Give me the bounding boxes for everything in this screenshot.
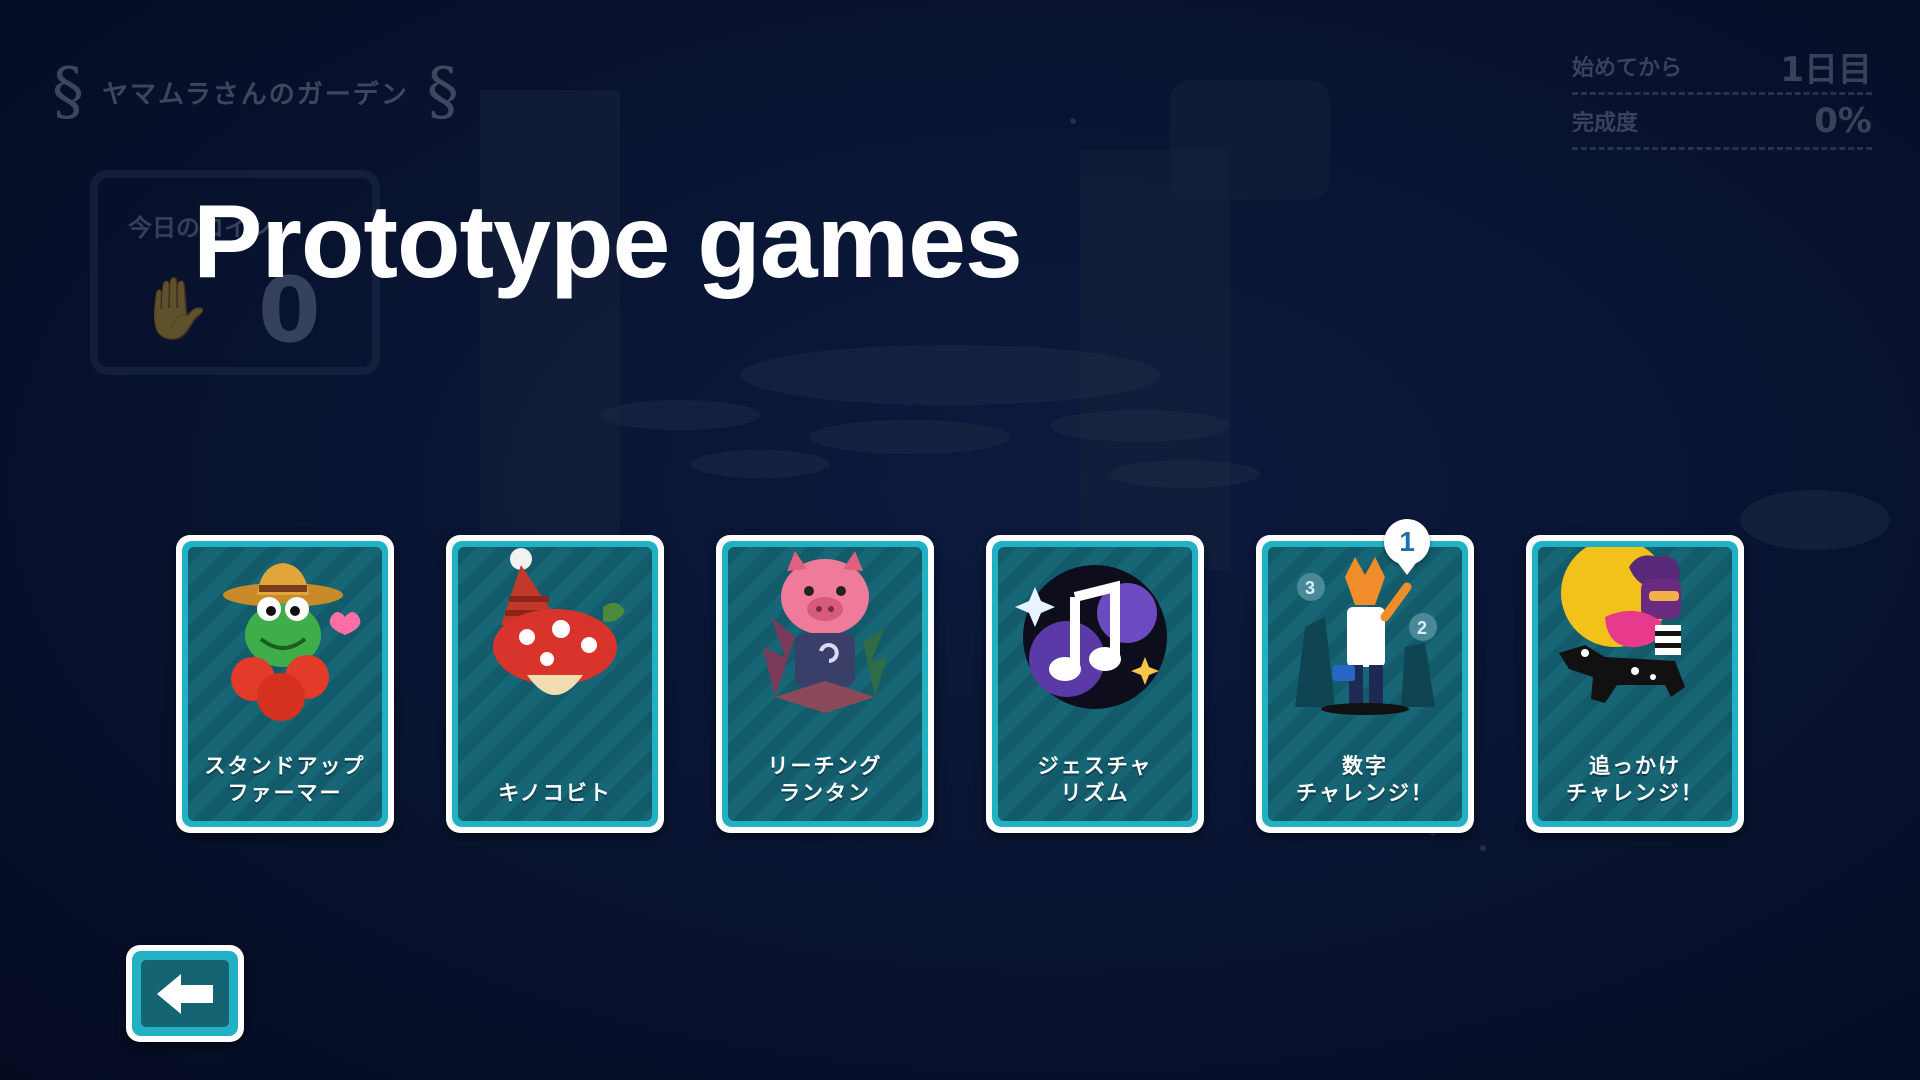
card-label: リーチング ランタン <box>767 754 883 805</box>
game-card-reaching-lantern[interactable]: リーチング ランタン <box>716 535 934 833</box>
card-label: スタンドアップ ファーマー <box>204 754 366 805</box>
game-card-row: スタンドアップ ファーマー キノコビト リーチング ランタン ジェスチャ リズム… <box>176 519 1744 833</box>
completion-value: 0% <box>1814 101 1872 141</box>
card-label: 数字 チャレンジ！ <box>1296 754 1434 805</box>
completion-row: 完成度 0% <box>1572 95 1872 150</box>
game-card-gesture-rhythm[interactable]: ジェスチャ リズム <box>986 535 1204 833</box>
game-card-stand-up-farmer[interactable]: スタンドアップ ファーマー <box>176 535 394 833</box>
back-button[interactable] <box>126 945 244 1042</box>
days-label: 始めてから <box>1572 56 1683 81</box>
garden-name: ヤマムラさんのガーデン <box>102 79 409 110</box>
svg-text:2: 2 <box>1417 618 1427 638</box>
left-curl-ornament: § <box>52 55 84 129</box>
stats-panel: 始めてから 1日目 完成度 0% <box>1572 40 1872 150</box>
card-label: キノコビト <box>498 781 612 805</box>
right-curl-ornament: § <box>426 55 459 129</box>
garden-name-banner: § ヤマムラさんのガーデン § <box>52 52 492 132</box>
frog-farmer-icon <box>188 547 382 727</box>
game-card-chase-challenge[interactable]: 追っかけ チャレンジ！ <box>1526 535 1744 833</box>
music-notes-icon <box>998 547 1192 727</box>
card-label: 追っかけ チャレンジ！ <box>1566 754 1704 805</box>
card-label: ジェスチャ リズム <box>1037 754 1153 805</box>
chase-characters-icon <box>1538 547 1732 727</box>
game-card-number-challenge[interactable]: 1 3 2 数字 チャレンジ！ <box>1256 519 1474 833</box>
days-row: 始めてから 1日目 <box>1572 40 1872 95</box>
arrow-left-icon <box>157 973 213 1014</box>
pig-lantern-icon <box>728 547 922 727</box>
days-value: 1日目 <box>1780 49 1872 90</box>
mushroom-icon <box>458 547 652 727</box>
page-title: Prototype games <box>193 184 1023 300</box>
game-card-kinokobito[interactable]: キノコビト <box>446 535 664 833</box>
svg-text:3: 3 <box>1305 578 1315 598</box>
fox-waving-icon: 3 2 <box>1268 547 1462 727</box>
completion-label: 完成度 <box>1572 111 1639 136</box>
notification-badge: 1 <box>1384 519 1430 575</box>
